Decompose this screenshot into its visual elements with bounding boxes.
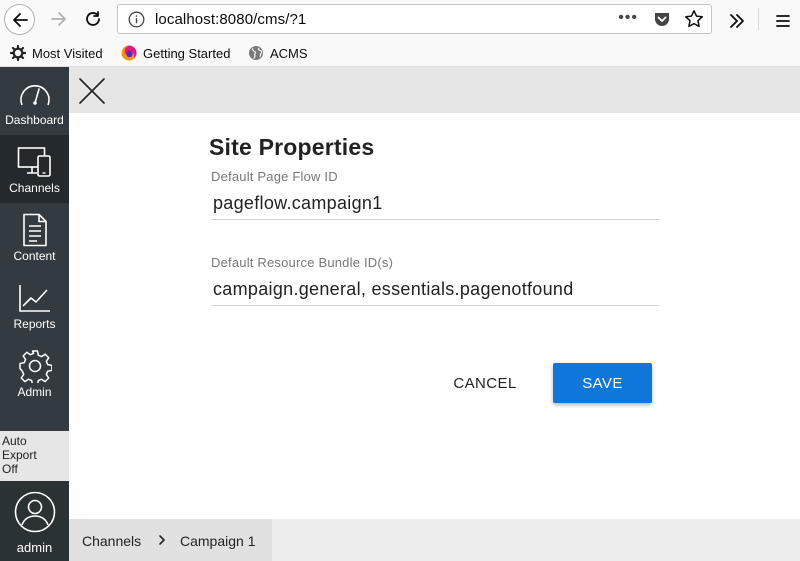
bookmark-acms[interactable]: ACMS (248, 44, 308, 62)
chevron-right-icon (159, 535, 165, 545)
browser-toolbar: localhost:8080/cms/?1 ••• (0, 0, 800, 38)
sidebar-item-content[interactable]: Content (0, 203, 69, 271)
page-title: Site Properties (209, 134, 375, 160)
auto-export-line: Auto (2, 434, 27, 448)
sidebar-item-reports[interactable]: Reports (0, 271, 69, 339)
line-chart-icon (18, 285, 50, 312)
reload-icon (86, 11, 100, 26)
bookmark-label: ACMS (270, 45, 308, 61)
info-icon[interactable] (128, 11, 145, 28)
user-name: admin (16, 540, 53, 555)
auto-export-line: Export (2, 448, 37, 462)
bookmark-most-visited[interactable]: Most Visited (10, 44, 103, 62)
star-icon[interactable] (684, 9, 704, 29)
back-button[interactable] (4, 4, 35, 35)
double-chevron-right-icon (730, 14, 744, 28)
resource-bundle-ids-label: Default Resource Bundle ID(s) (211, 255, 394, 270)
url-text[interactable]: localhost:8080/cms/?1 (155, 11, 306, 28)
arrow-left-icon (12, 12, 28, 27)
page-flow-id-input[interactable] (211, 188, 659, 220)
overflow-menu-button[interactable] (722, 6, 752, 36)
breadcrumb-item-channels[interactable]: Channels (82, 533, 141, 549)
globe-icon (249, 46, 263, 60)
firefox-icon (121, 45, 137, 61)
sidebar-item-label: Reports (13, 317, 56, 331)
bookmark-label: Most Visited (32, 45, 103, 61)
user-avatar-icon (14, 491, 55, 533)
auto-export-status[interactable]: Auto Export Off (0, 431, 69, 481)
close-icon[interactable] (79, 78, 105, 104)
devices-icon (17, 147, 51, 177)
breadcrumb: Channels Campaign 1 (69, 519, 272, 561)
save-button[interactable]: SAVE (553, 363, 652, 403)
cancel-button[interactable]: CANCEL (437, 363, 533, 403)
sidebar-item-label: Content (13, 249, 56, 263)
forward-button[interactable] (44, 4, 74, 34)
user-menu[interactable]: admin (0, 481, 69, 561)
bookmark-label: Getting Started (143, 45, 231, 61)
arrow-right-icon (51, 12, 66, 26)
dashboard-gauge-icon (19, 85, 50, 106)
panel-header (69, 67, 800, 113)
document-icon (22, 213, 47, 247)
sidebar-item-label: Dashboard (5, 113, 64, 127)
gear-icon (10, 45, 26, 61)
url-bar[interactable]: localhost:8080/cms/?1 ••• (117, 4, 712, 34)
bookmarks-toolbar: Most Visited Getting Started ACMS (0, 38, 800, 67)
sidebar-item-dashboard[interactable]: Dashboard (0, 67, 69, 135)
page-flow-id-label: Default Page Flow ID (211, 169, 338, 184)
footer-bar: Channels Campaign 1 (69, 519, 800, 561)
sidebar-item-label: Admin (17, 385, 52, 399)
page-actions-button[interactable]: ••• (618, 9, 638, 27)
sidebar-item-admin[interactable]: Admin (0, 339, 69, 407)
resource-bundle-ids-input[interactable] (211, 274, 659, 306)
pocket-icon[interactable] (653, 10, 671, 28)
hamburger-menu-button[interactable] (768, 6, 798, 36)
app-sidebar: Dashboard Channels Content Reports Admin… (0, 67, 69, 561)
breadcrumb-item-campaign[interactable]: Campaign 1 (180, 533, 256, 549)
bookmark-getting-started[interactable]: Getting Started (121, 44, 230, 62)
sidebar-item-label: Channels (9, 181, 60, 195)
sidebar-item-channels[interactable]: Channels (0, 135, 69, 203)
auto-export-line: Off (2, 462, 18, 476)
reload-button[interactable] (78, 4, 108, 34)
hamburger-icon (776, 15, 790, 27)
gear-icon (18, 350, 52, 383)
site-properties-panel: Site Properties Default Page Flow ID Def… (69, 113, 800, 519)
toolbar-separator (758, 8, 759, 30)
